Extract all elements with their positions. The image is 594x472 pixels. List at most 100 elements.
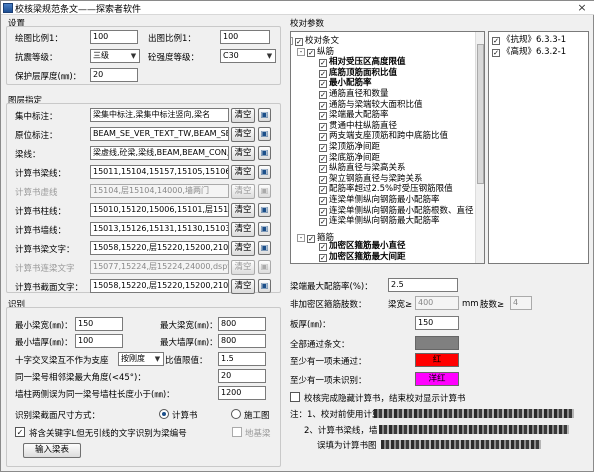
clear-button[interactable]: 清空 <box>231 222 255 237</box>
tree-checkbox[interactable]: ✓ <box>319 80 327 89</box>
tree-node[interactable]: ✓ 加密区箍筋最小直径 <box>319 241 406 252</box>
max-wall-input[interactable]: 800 <box>218 334 266 348</box>
max-ratio-input[interactable]: 2.5 <box>388 278 458 292</box>
layer-input[interactable]: 梁虚线,砼梁,梁线,BEAM,BEAM_CON,B <box>90 146 229 160</box>
pick-layer-icon[interactable]: ▣ <box>258 222 271 236</box>
rules-tree[interactable]: -✓校对条文-✓纵筋✓相对受压区高度限值✓底筋顶筋面积比值✓最小配筋率✓通筋直径… <box>290 31 485 264</box>
pick-layer-icon[interactable]: ▣ <box>258 203 271 217</box>
concrete-select[interactable]: C30 ▼ <box>220 49 276 63</box>
fail-color-swatch[interactable]: 红 <box>415 353 459 367</box>
pick-layer-icon[interactable]: ▣ <box>258 146 271 160</box>
out-scale-input[interactable]: 100 <box>220 30 270 44</box>
layer-input[interactable]: 15104,层15104,14000,墙两门 <box>90 184 229 198</box>
layer-input[interactable]: BEAM_SE_VER_TEXT_TW,BEAM_SE_VE <box>90 127 229 141</box>
draw-scale-input[interactable]: 100 <box>90 30 138 44</box>
tree-node[interactable]: ✓ 梁底筋净间距 <box>319 153 380 163</box>
min-wall-input[interactable]: 100 <box>75 334 123 348</box>
pick-layer-icon[interactable]: ▣ <box>258 127 271 141</box>
tree-node[interactable]: ✓ 配筋率超过2.5%时受压钢筋限值 <box>319 184 453 195</box>
tree-checkbox[interactable]: ✓ <box>319 91 327 99</box>
tree-node[interactable]: ✓ 相对受压区高度限值 <box>319 57 406 68</box>
tree-node[interactable]: ✓ 梁顶筋净间距 <box>319 142 380 152</box>
pick-layer-icon[interactable]: ▣ <box>258 260 271 274</box>
tree-checkbox[interactable]: ✓ <box>319 254 327 262</box>
layer-input[interactable]: 15058,15220,层15220,15200,2100 <box>90 241 229 255</box>
code-item[interactable]: ✓ 《高规》6.3.2-1 <box>492 47 566 57</box>
pick-layer-icon[interactable]: ▣ <box>258 165 271 179</box>
tree-checkbox[interactable]: ✓ <box>319 207 327 216</box>
clear-button[interactable]: 清空 <box>231 279 255 294</box>
scroll-thumb[interactable] <box>477 44 484 184</box>
unknown-color-swatch[interactable]: 洋红 <box>415 372 459 386</box>
clear-button[interactable]: 清空 <box>231 146 255 161</box>
tree-checkbox[interactable]: ✓ <box>319 101 327 110</box>
tree-checkbox[interactable]: ✓ <box>319 69 327 78</box>
layer-input[interactable]: 梁集中标注,梁集中标注竖向,梁名 <box>90 108 229 122</box>
code-checkbox[interactable]: ✓ <box>492 37 500 45</box>
tree-checkbox[interactable]: ✓ <box>319 218 327 227</box>
tree-node[interactable]: ✓ 纵筋直径与梁高关系 <box>319 163 406 174</box>
tree-node[interactable]: ✓ 梁端最大配筋率 <box>319 110 389 121</box>
all-pass-color-swatch[interactable] <box>415 336 459 350</box>
code-item[interactable]: ✓ 《抗规》6.3.3-1 <box>492 35 566 45</box>
tree-node[interactable]: ✓ 底筋顶筋面积比值 <box>319 68 397 78</box>
tree-checkbox[interactable]: ✓ <box>319 154 327 163</box>
tree-checkbox[interactable]: ✓ <box>319 197 327 205</box>
clear-button[interactable]: 清空 <box>231 127 255 142</box>
tree-checkbox[interactable]: ✓ <box>319 144 327 152</box>
expand-icon[interactable]: - <box>291 37 293 45</box>
len-input[interactable]: 1200 <box>218 386 266 400</box>
layer-input[interactable]: 15013,15126,15131,15130,15103, <box>90 222 229 236</box>
seismic-select[interactable]: 三级 ▼ <box>90 49 140 63</box>
tree-node[interactable]: ✓ 加密区箍筋最大间距 <box>319 252 406 262</box>
tree-node[interactable]: ✓ 架立钢筋直径与梁跨关系 <box>319 174 423 184</box>
min-width-input[interactable]: 150 <box>75 317 123 331</box>
show-calc-checkbox[interactable] <box>290 392 300 402</box>
angle-input[interactable]: 20 <box>218 369 266 383</box>
radio-calc[interactable] <box>159 409 169 419</box>
close-button[interactable]: × <box>575 2 589 14</box>
pick-layer-icon[interactable]: ▣ <box>258 241 271 255</box>
tree-checkbox[interactable]: ✓ <box>319 122 327 131</box>
pick-layer-icon[interactable]: ▣ <box>258 279 271 293</box>
tree-node[interactable]: ✓ 通筋与梁端较大面积比值 <box>319 100 423 110</box>
tree-checkbox[interactable]: ✓ <box>319 112 327 121</box>
code-list[interactable]: ✓ 《抗规》6.3.3-1 ✓ 《高规》6.3.2-1 <box>488 31 589 264</box>
base-beam-checkbox[interactable] <box>232 427 242 437</box>
clear-button[interactable]: 清空 <box>231 184 255 199</box>
layer-input[interactable]: 15011,15104,15157,15105,15106, <box>90 165 229 179</box>
legs-input[interactable]: 4 <box>510 296 532 310</box>
layer-input[interactable]: 15058,15220,层15220,15200,2100 <box>90 279 229 293</box>
tree-node[interactable]: ✓ 连梁单侧纵向钢筋最小配筋率 <box>319 195 440 205</box>
tree-checkbox[interactable]: ✓ <box>307 48 315 57</box>
input-beam-table-button[interactable]: 输入梁表 <box>23 443 81 458</box>
slab-input[interactable]: 150 <box>415 316 459 330</box>
tree-checkbox[interactable]: ✓ <box>319 133 327 142</box>
tree-checkbox[interactable]: ✓ <box>319 59 327 68</box>
clear-button[interactable]: 清空 <box>231 260 255 275</box>
clear-button[interactable]: 清空 <box>231 241 255 256</box>
tree-scrollbar[interactable] <box>475 32 484 263</box>
tree-node[interactable]: ✓ 最小配筋率 <box>319 78 372 89</box>
code-checkbox[interactable]: ✓ <box>492 49 500 57</box>
tree-node[interactable]: ✓ 两支端支座顶筋和跨中底筋比值 <box>319 131 448 142</box>
expand-icon[interactable]: - <box>297 47 305 56</box>
layer-input[interactable]: 15010,15120,15006,15101,层1510 <box>90 203 229 217</box>
tree-node[interactable]: ✓ 通筋直径和数量 <box>319 89 389 99</box>
tree-checkbox[interactable]: ✓ <box>319 243 327 252</box>
tree-checkbox[interactable]: ✓ <box>319 165 327 174</box>
tree-node[interactable]: ✓ 连梁单侧纵向钢筋最小配筋根数、直径 <box>319 206 474 216</box>
layer-input[interactable]: 15077,15224,层15224,24000,dspt <box>90 260 229 274</box>
cross-select[interactable]: 按刚度 ▼ <box>118 352 164 366</box>
tree-node[interactable]: ✓ 贯通中柱纵筋直径 <box>319 121 397 131</box>
pick-layer-icon[interactable]: ▣ <box>258 184 271 198</box>
clear-button[interactable]: 清空 <box>231 203 255 218</box>
tree-checkbox[interactable]: ✓ <box>295 38 303 46</box>
tree-node[interactable]: ✓ 纵筋 <box>307 47 334 57</box>
tree-checkbox[interactable]: ✓ <box>319 186 327 195</box>
clear-button[interactable]: 清空 <box>231 165 255 180</box>
tree-node[interactable]: ✓ 连梁单侧纵向钢筋最大配筋率 <box>319 216 440 227</box>
keyword-checkbox[interactable]: ✓ <box>15 427 25 437</box>
tree-checkbox[interactable]: ✓ <box>307 234 315 243</box>
radio-plan[interactable] <box>231 409 241 419</box>
